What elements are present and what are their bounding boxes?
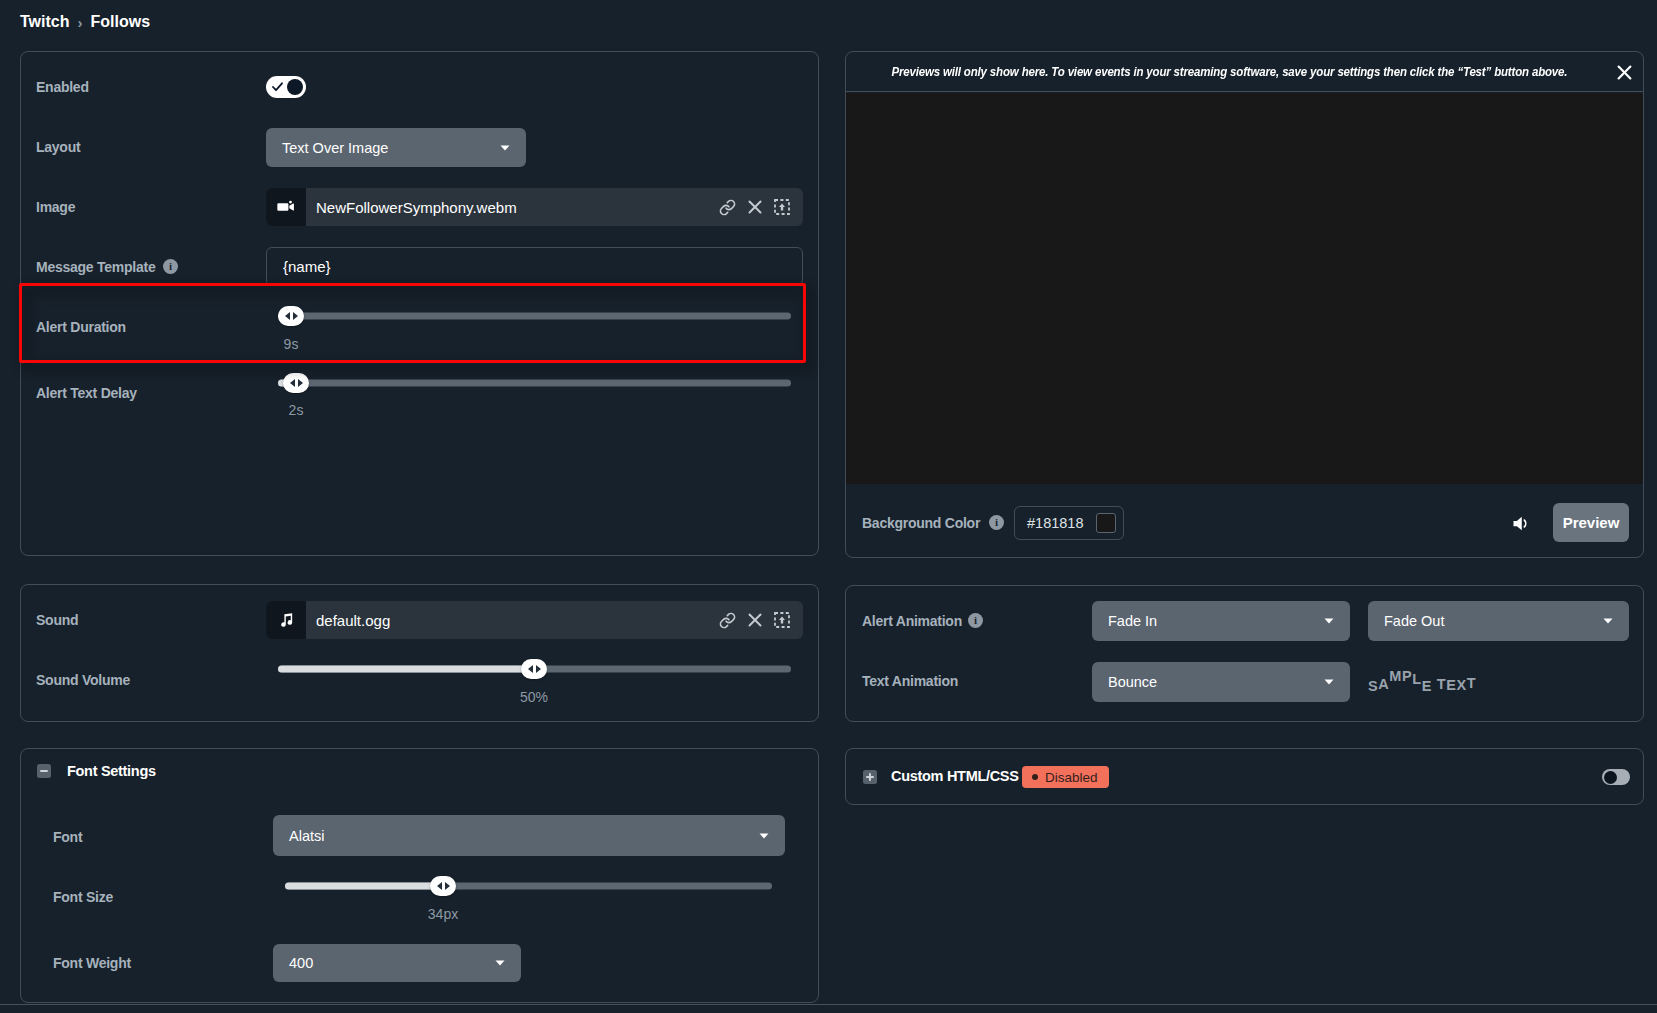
text-animation-dropdown[interactable]: Bounce <box>1092 662 1350 702</box>
chevron-down-icon <box>495 960 505 966</box>
collapse-icon[interactable] <box>37 764 51 778</box>
clear-icon[interactable] <box>748 613 762 627</box>
check-icon <box>272 82 283 92</box>
layout-dropdown[interactable]: Text Over Image <box>266 128 526 167</box>
alert-duration-slider-handle[interactable] <box>278 306 304 326</box>
alert-text-delay-slider[interactable] <box>278 372 791 393</box>
layout-dropdown-value: Text Over Image <box>282 140 490 156</box>
alert-settings-panel <box>20 51 819 556</box>
preview-notice-bar: Previews will only show here. To view ev… <box>846 52 1643 92</box>
sound-volume-slider[interactable] <box>278 658 791 679</box>
status-dot-icon <box>1032 774 1038 780</box>
font-size-slider[interactable] <box>285 875 772 896</box>
sample-text-preview: SAMPLE TEXT <box>1368 672 1476 692</box>
fade-out-dropdown[interactable]: Fade Out <box>1368 601 1629 641</box>
font-weight-label: Font Weight <box>53 953 131 973</box>
breadcrumb-current: Follows <box>90 13 150 31</box>
alert-duration-value: 9s <box>284 336 299 353</box>
sound-volume-value: 50% <box>520 689 548 706</box>
text-animation-dropdown-value: Bounce <box>1108 674 1314 690</box>
preview-button[interactable]: Preview <box>1553 503 1629 542</box>
message-template-info-icon[interactable]: i <box>163 259 178 274</box>
video-icon <box>266 188 306 226</box>
font-label: Font <box>53 827 82 847</box>
disabled-status-badge: Disabled <box>1022 766 1109 788</box>
breadcrumb-root[interactable]: Twitch <box>20 13 69 31</box>
custom-html-title: Custom HTML/CSS <box>891 766 1019 786</box>
enabled-label: Enabled <box>36 77 89 97</box>
font-settings-title: Font Settings <box>67 761 156 781</box>
preview-stage <box>846 93 1643 484</box>
background-color-info-icon[interactable]: i <box>989 515 1004 530</box>
fade-out-dropdown-value: Fade Out <box>1384 613 1593 629</box>
alert-duration-slider[interactable] <box>278 305 791 326</box>
breadcrumb: Twitch › Follows <box>20 13 150 31</box>
font-dropdown-value: Alatsi <box>289 828 749 844</box>
sound-volume-slider-handle[interactable] <box>521 659 547 679</box>
preview-notice-text: Previews will only show here. To view ev… <box>892 65 1568 79</box>
alert-duration-label: Alert Duration <box>36 317 126 337</box>
alert-text-delay-slider-handle[interactable] <box>283 373 309 393</box>
chevron-down-icon <box>1324 618 1334 624</box>
music-note-icon <box>266 601 306 639</box>
toggle-knob <box>1604 771 1617 784</box>
sound-field[interactable]: default.ogg <box>266 601 803 639</box>
color-swatch[interactable] <box>1096 513 1116 533</box>
font-weight-dropdown-value: 400 <box>289 955 485 971</box>
message-template-label: Message Template <box>36 257 155 277</box>
font-size-label: Font Size <box>53 887 113 907</box>
media-position-icon[interactable] <box>774 199 790 215</box>
link-icon[interactable] <box>719 612 736 629</box>
background-color-label: Background Color <box>862 513 980 533</box>
link-icon[interactable] <box>719 199 736 216</box>
alert-animation-info-icon[interactable]: i <box>968 613 983 628</box>
alert-animation-label: Alert Animation <box>862 611 962 631</box>
font-dropdown[interactable]: Alatsi <box>273 815 785 856</box>
sound-label: Sound <box>36 610 78 630</box>
image-label: Image <box>36 197 75 217</box>
custom-html-toggle[interactable] <box>1602 769 1630 785</box>
speaker-icon[interactable] <box>1512 515 1530 532</box>
sound-filename: default.ogg <box>316 612 719 629</box>
breadcrumb-separator-icon: › <box>77 14 82 31</box>
background-color-value: #181818 <box>1027 515 1096 531</box>
media-position-icon[interactable] <box>774 612 790 628</box>
layout-label: Layout <box>36 137 80 157</box>
alert-text-delay-value: 2s <box>289 402 304 419</box>
preview-panel: Previews will only show here. To view ev… <box>845 51 1644 558</box>
font-size-value: 34px <box>428 906 458 923</box>
chevron-down-icon <box>500 145 510 151</box>
fade-in-dropdown-value: Fade In <box>1108 613 1314 629</box>
text-animation-label: Text Animation <box>862 671 958 691</box>
enabled-toggle[interactable] <box>266 76 306 98</box>
close-icon[interactable] <box>1617 65 1632 80</box>
alert-settings-page: Twitch › Follows Enabled Layout Text Ove… <box>0 0 1657 1013</box>
sound-volume-label: Sound Volume <box>36 670 130 690</box>
message-template-value: {name} <box>283 258 331 275</box>
font-size-slider-handle[interactable] <box>430 876 456 896</box>
font-weight-dropdown[interactable]: 400 <box>273 944 521 982</box>
chevron-down-icon <box>759 833 769 839</box>
message-template-input[interactable]: {name} <box>266 247 803 286</box>
fade-in-dropdown[interactable]: Fade In <box>1092 601 1350 641</box>
clear-icon[interactable] <box>748 200 762 214</box>
expand-icon[interactable] <box>863 770 877 784</box>
alert-text-delay-label: Alert Text Delay <box>36 383 137 403</box>
bottom-divider <box>0 1004 1657 1005</box>
chevron-down-icon <box>1324 679 1334 685</box>
chevron-down-icon <box>1603 618 1613 624</box>
image-filename: NewFollowerSymphony.webm <box>316 199 719 216</box>
toggle-knob <box>287 79 303 95</box>
image-field[interactable]: NewFollowerSymphony.webm <box>266 188 803 226</box>
background-color-input[interactable]: #181818 <box>1014 506 1124 540</box>
